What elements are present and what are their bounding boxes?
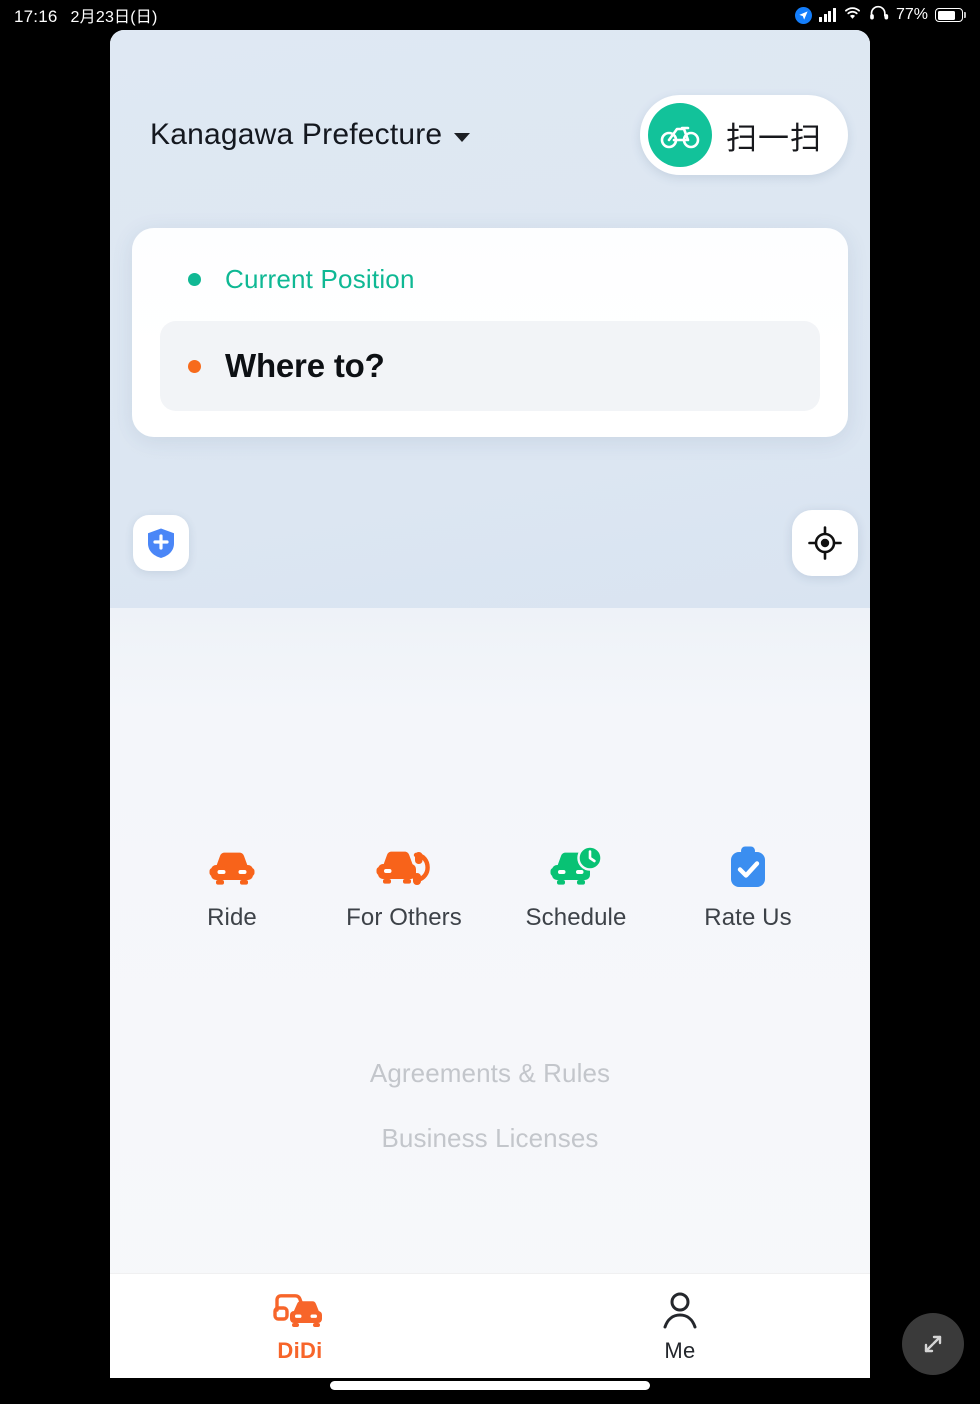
legal-link-agreements[interactable]: Agreements & Rules [370, 1058, 610, 1089]
crosshair-locate-icon [808, 526, 842, 560]
action-schedule-label: Schedule [525, 904, 627, 931]
car-icon [206, 844, 258, 890]
scan-label: 扫一扫 [726, 120, 822, 157]
bottom-sheet: Current Position Where to? Ride For Othe… [110, 228, 870, 1378]
status-time: 17:16 [14, 7, 58, 26]
origin-label: Current Position [225, 264, 415, 294]
action-rate-us[interactable]: Rate Us [662, 844, 834, 932]
action-ride-label: Ride [207, 904, 257, 931]
action-schedule[interactable]: Schedule [490, 844, 662, 932]
tab-didi-label: DiDi [277, 1338, 323, 1363]
quick-actions: Ride For Others Schedule Rate Us [110, 844, 870, 932]
collapse-arrows-icon [924, 1335, 942, 1353]
app-container: Kanagawa Prefecture 扫一扫 Current Position… [110, 30, 870, 1378]
origin-row[interactable]: Current Position [160, 258, 820, 321]
car-phone-icon [375, 844, 433, 890]
destination-dot-icon [188, 359, 201, 373]
tab-me[interactable]: Me [490, 1288, 870, 1364]
wifi-icon [843, 5, 862, 25]
action-for-others-label: For Others [346, 904, 462, 931]
status-bar: 17:16 2月23日(日) 77% [0, 0, 980, 30]
bicycle-icon [648, 103, 712, 167]
cellular-signal-icon [819, 8, 836, 22]
scan-button[interactable]: 扫一扫 [640, 95, 848, 175]
tab-didi[interactable]: DiDi [110, 1288, 490, 1364]
destination-label: Where to? [225, 347, 385, 384]
two-cars-icon [271, 1288, 329, 1330]
location-arrow-icon [795, 6, 813, 24]
legal-link-licenses[interactable]: Business Licenses [381, 1123, 598, 1154]
chevron-down-icon [454, 132, 471, 142]
shield-plus-icon [148, 528, 174, 558]
action-rate-us-label: Rate Us [704, 904, 792, 931]
headphones-icon [869, 5, 889, 25]
tab-me-label: Me [664, 1338, 696, 1363]
city-selector[interactable]: Kanagawa Prefecture [150, 118, 471, 152]
battery-percent: 77% [895, 6, 928, 23]
phone-screen: 17:16 2月23日(日) 77% Kanagawa Prefecture 扫… [0, 0, 980, 1404]
legal-links: Agreements & Rules Business Licenses [110, 1058, 870, 1154]
action-for-others[interactable]: For Others [318, 844, 490, 932]
status-bar-right: 77% [795, 5, 966, 25]
home-indicator [330, 1381, 650, 1390]
destination-input[interactable]: Where to? [160, 321, 820, 411]
locate-me-button[interactable] [792, 510, 858, 576]
status-bar-left: 17:16 2月23日(日) [14, 3, 158, 27]
car-clock-icon [548, 844, 604, 890]
clipboard-check-icon [727, 844, 769, 890]
safety-button[interactable] [133, 515, 189, 571]
origin-dot-icon [188, 273, 201, 286]
status-date: 2月23日(日) [70, 9, 158, 26]
battery-icon [935, 8, 966, 22]
person-icon [660, 1288, 700, 1330]
search-card: Current Position Where to? [132, 228, 848, 437]
map-header: Kanagawa Prefecture 扫一扫 [110, 90, 870, 180]
collapse-button[interactable] [902, 1313, 964, 1375]
action-ride[interactable]: Ride [146, 844, 318, 932]
tab-bar: DiDi Me [110, 1273, 870, 1378]
city-label: Kanagawa Prefecture [150, 118, 443, 151]
